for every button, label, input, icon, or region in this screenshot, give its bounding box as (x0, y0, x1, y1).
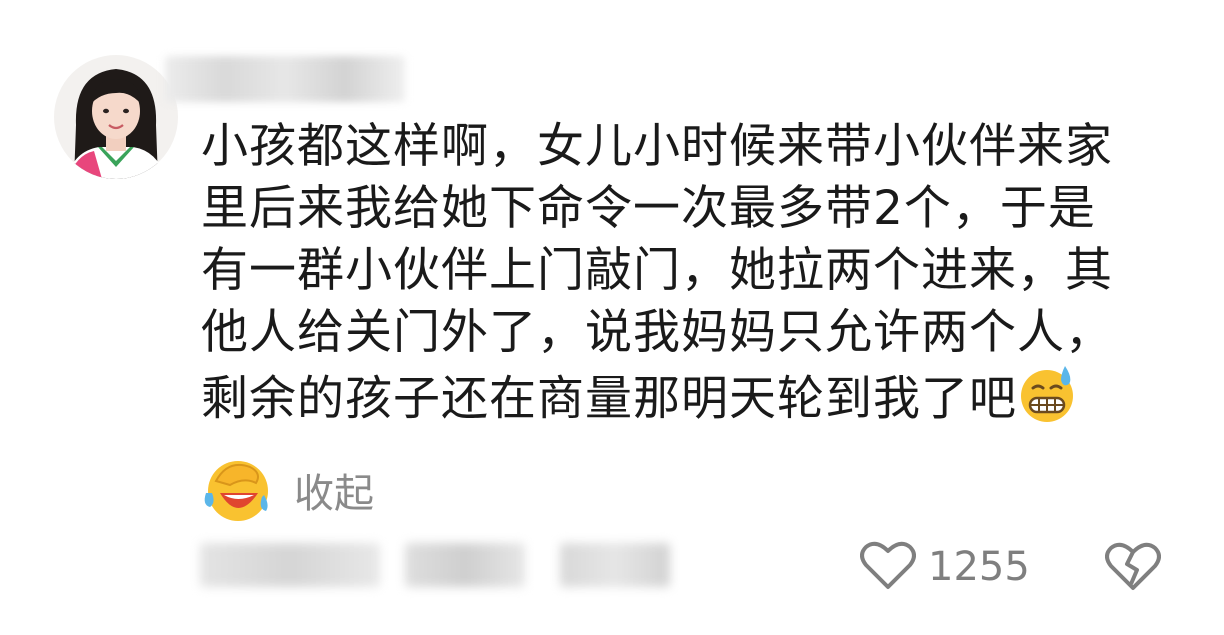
avatar[interactable] (54, 55, 178, 179)
comment-line: 剩余的孩子还在商量那明天轮到我了吧 (201, 371, 1017, 427)
grimace-sweat-emoji (1017, 364, 1079, 440)
heart-outline-icon (860, 539, 916, 595)
comment-line: 小孩都这样啊，女儿小时候来带小伙伴来家 (201, 119, 1113, 174)
comment-body: 小孩都这样啊，女儿小时候来带小伙伴来家 里后来我给她下命令一次最多带2个，于是 … (201, 116, 1181, 440)
location-redacted (405, 543, 525, 587)
facepalm-laugh-emoji (200, 453, 276, 527)
comment-card: 小孩都这样啊，女儿小时候来带小伙伴来家 里后来我给她下命令一次最多带2个，于是 … (0, 0, 1224, 635)
comment-line: 他人给关门外了，说我妈妈只允许两个人， (201, 305, 1113, 360)
collapse-button[interactable]: 收起 (294, 461, 374, 519)
comment-line: 有一群小伙伴上门敲门，她拉两个进来，其 (201, 243, 1113, 298)
timestamp-redacted (200, 543, 380, 587)
reply-redacted (560, 543, 670, 587)
like-count: 1255 (928, 544, 1030, 590)
comment-line: 里后来我给她下命令一次最多带2个，于是 (201, 181, 1096, 236)
collapse-row: 收起 (200, 455, 374, 525)
like-button[interactable]: 1255 (860, 537, 1030, 597)
comment-line-last: 剩余的孩子还在商量那明天轮到我了吧 (201, 364, 1181, 440)
username-redacted (165, 56, 405, 102)
dislike-button[interactable] (1105, 540, 1161, 596)
broken-heart-icon (1105, 542, 1161, 596)
